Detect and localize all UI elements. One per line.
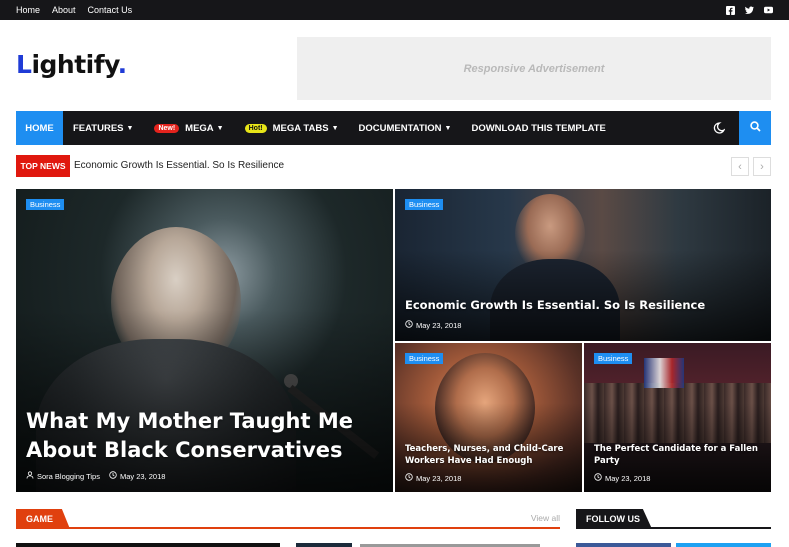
featured-card-top-right[interactable]: Business Economic Growth Is Essential. S… bbox=[395, 189, 771, 341]
site-logo[interactable]: Lightify. bbox=[16, 50, 127, 79]
main-nav: HOME FEATURES ▼ New! MEGA ▼ Hot! MEGA TABS… bbox=[16, 111, 771, 145]
nav-mega[interactable]: New! MEGA ▼ bbox=[154, 122, 224, 134]
chevron-left-icon: ‹ bbox=[738, 160, 742, 173]
clock-icon bbox=[405, 320, 413, 330]
post-author[interactable]: Sora Blogging Tips bbox=[37, 472, 100, 481]
ad-banner[interactable]: Responsive Advertisement bbox=[297, 37, 771, 100]
nav-features[interactable]: FEATURES ▼ bbox=[73, 123, 133, 134]
youtube-icon[interactable] bbox=[764, 6, 773, 15]
featured-title[interactable]: Economic Growth Is Essential. So Is Resi… bbox=[405, 298, 745, 313]
post-meta: May 23, 2018 bbox=[405, 320, 461, 330]
top-links: Home About Contact Us bbox=[16, 0, 132, 20]
top-link-home[interactable]: Home bbox=[16, 5, 40, 15]
nav-features-label: FEATURES bbox=[73, 122, 124, 134]
nav-documentation-label: DOCUMENTATION bbox=[358, 122, 442, 134]
nav-mega-tabs[interactable]: Hot! MEGA TABS ▼ bbox=[244, 122, 339, 134]
ticker-prev-button[interactable]: ‹ bbox=[731, 157, 749, 176]
featured-main-title[interactable]: What My Mother Taught Me About Black Con… bbox=[26, 407, 356, 465]
dark-mode-moon-icon[interactable] bbox=[713, 121, 727, 135]
top-bar: Home About Contact Us bbox=[0, 0, 789, 20]
nav-mega-tabs-label: MEGA TABS bbox=[272, 122, 329, 134]
facebook-icon[interactable] bbox=[726, 5, 735, 15]
new-badge: New! bbox=[154, 123, 180, 133]
post-date: May 23, 2018 bbox=[416, 473, 462, 483]
post-date: May 23, 2018 bbox=[605, 473, 651, 483]
search-icon bbox=[749, 119, 761, 137]
section-game-label: GAME bbox=[16, 509, 70, 529]
game-post-thumbnail[interactable] bbox=[16, 543, 280, 547]
hot-badge: Hot! bbox=[244, 123, 267, 133]
nav-download-label: DOWNLOAD THIS TEMPLATE bbox=[471, 122, 606, 134]
featured-card-bottom-left[interactable]: Business Teachers, Nurses, and Child-Car… bbox=[395, 343, 582, 492]
section-game-header: GAME View all bbox=[16, 509, 560, 529]
chevron-down-icon: ▼ bbox=[216, 124, 224, 132]
featured-card-main[interactable]: Business What My Mother Taught Me About … bbox=[16, 189, 393, 492]
twitter-follow-button[interactable] bbox=[676, 543, 771, 547]
news-ticker: TOP NEWS Economic Growth Is Essential. S… bbox=[16, 155, 771, 177]
game-post-thumbnail-small[interactable] bbox=[296, 543, 352, 547]
logo-rest: ightify bbox=[31, 50, 118, 79]
category-tag[interactable]: Business bbox=[26, 199, 65, 210]
ticker-next-button[interactable]: › bbox=[753, 157, 771, 176]
featured-title[interactable]: The Perfect Candidate for a Fallen Party bbox=[594, 444, 764, 467]
post-meta: May 23, 2018 bbox=[594, 473, 650, 483]
nav-documentation[interactable]: DOCUMENTATION ▼ bbox=[359, 123, 452, 134]
chevron-right-icon: › bbox=[760, 160, 764, 173]
clock-icon bbox=[109, 471, 117, 481]
section-follow-header: FOLLOW US bbox=[576, 509, 771, 529]
logo-first-letter: L bbox=[16, 50, 32, 79]
post-date: May 23, 2018 bbox=[416, 320, 462, 330]
post-date: May 23, 2018 bbox=[119, 471, 166, 481]
nav-mega-label: MEGA bbox=[185, 122, 214, 134]
top-link-contact[interactable]: Contact Us bbox=[88, 5, 133, 15]
chevron-down-icon: ▼ bbox=[444, 124, 452, 132]
chevron-down-icon: ▼ bbox=[126, 124, 134, 132]
ticker-label: TOP NEWS bbox=[16, 155, 70, 177]
section-follow-label: FOLLOW US bbox=[576, 509, 652, 529]
clock-icon bbox=[594, 473, 602, 483]
category-tag[interactable]: Business bbox=[405, 353, 444, 364]
category-tag[interactable]: Business bbox=[594, 353, 633, 364]
post-meta: Sora Blogging Tips May 23, 2018 bbox=[26, 471, 165, 481]
nav-home[interactable]: HOME bbox=[16, 111, 63, 145]
featured-title[interactable]: Teachers, Nurses, and Child-Care Workers… bbox=[405, 444, 575, 467]
ad-text: Responsive Advertisement bbox=[463, 62, 605, 75]
flags-photo bbox=[644, 358, 684, 388]
category-tag[interactable]: Business bbox=[405, 199, 444, 210]
facebook-follow-button[interactable] bbox=[576, 543, 671, 547]
clock-icon bbox=[405, 473, 413, 483]
chevron-down-icon: ▼ bbox=[331, 124, 339, 132]
nav-download[interactable]: DOWNLOAD THIS TEMPLATE bbox=[471, 123, 605, 134]
social-links bbox=[726, 0, 773, 20]
section-divider bbox=[576, 527, 771, 529]
user-icon bbox=[26, 471, 34, 481]
top-link-about[interactable]: About bbox=[52, 5, 76, 15]
logo-dot: . bbox=[117, 50, 128, 79]
twitter-icon[interactable] bbox=[745, 5, 754, 15]
section-divider bbox=[16, 527, 560, 529]
search-button[interactable] bbox=[739, 111, 771, 145]
post-meta: May 23, 2018 bbox=[405, 473, 461, 483]
featured-card-bottom-right[interactable]: Business The Perfect Candidate for a Fal… bbox=[584, 343, 771, 492]
ticker-headline[interactable]: Economic Growth Is Essential. So Is Resi… bbox=[74, 155, 284, 177]
view-all-link[interactable]: View all bbox=[531, 513, 560, 523]
